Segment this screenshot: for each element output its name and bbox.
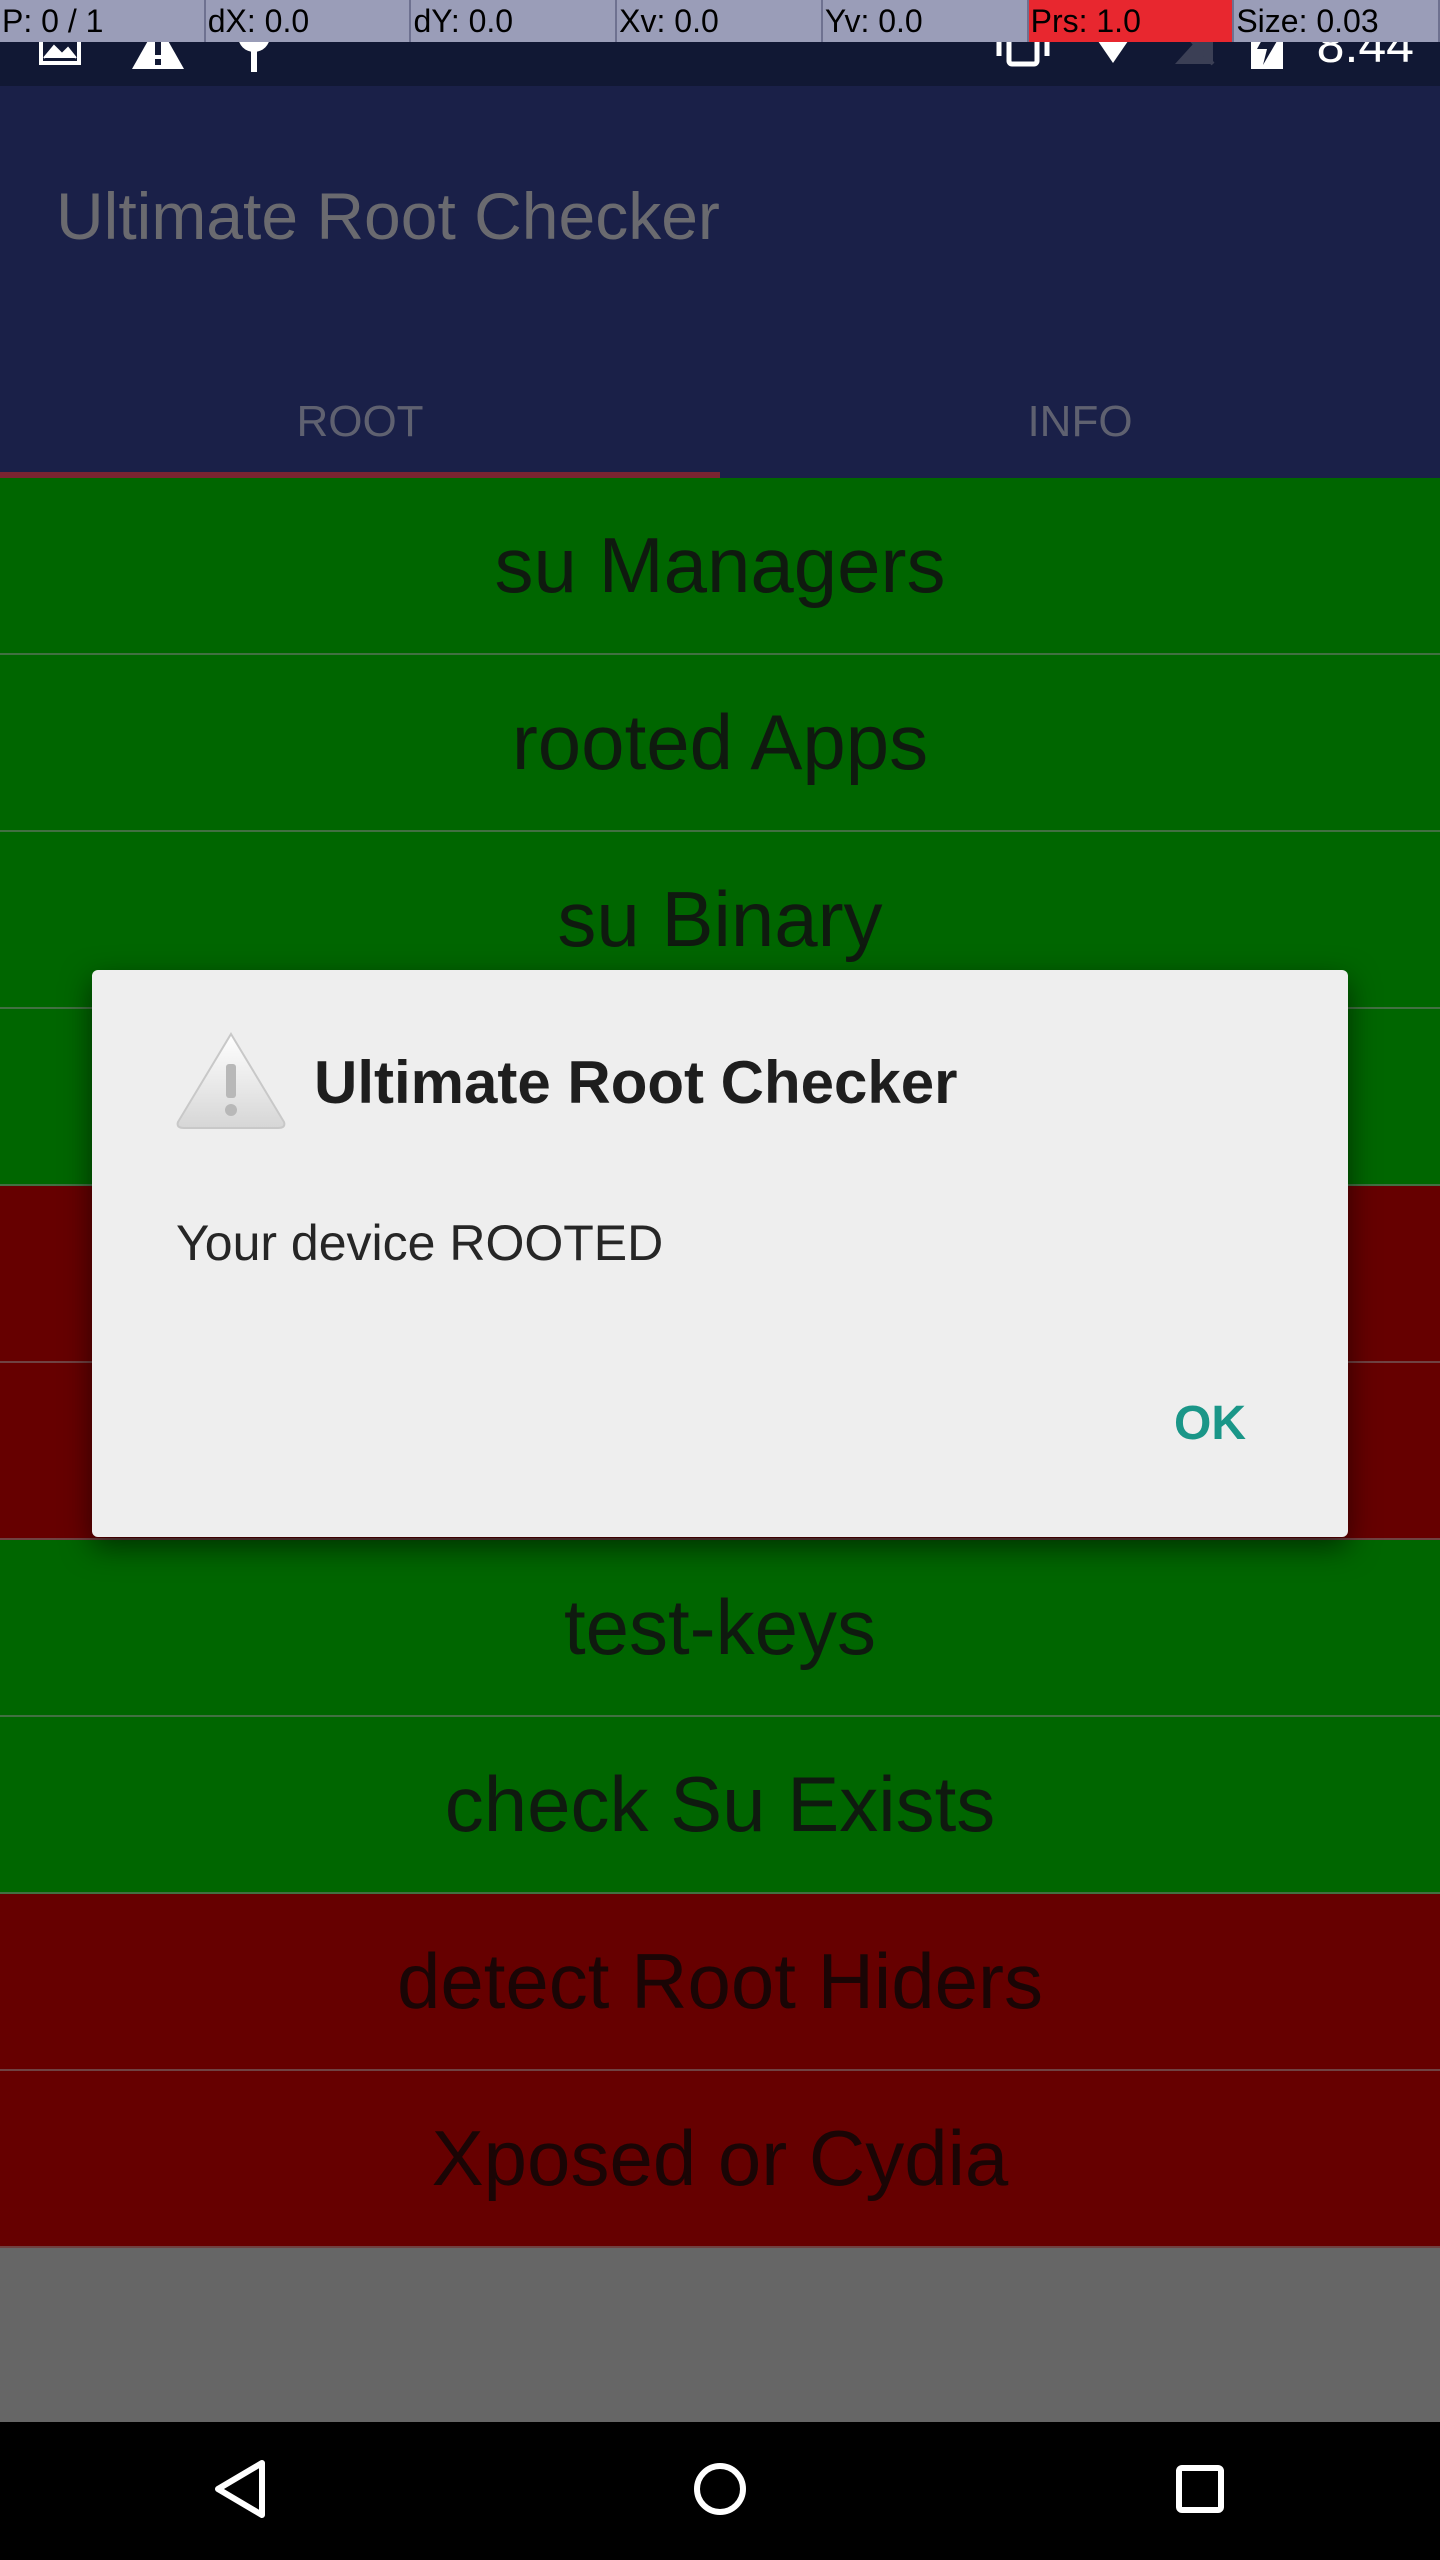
debug-dx: dX: 0.0 bbox=[206, 0, 412, 42]
debug-pointer-count: P: 0 / 1 bbox=[0, 0, 206, 42]
home-button[interactable] bbox=[660, 2431, 780, 2551]
app-title: Ultimate Root Checker bbox=[56, 179, 720, 253]
tab-info[interactable]: INFO bbox=[720, 376, 1440, 478]
ok-button[interactable]: OK bbox=[1162, 1388, 1258, 1459]
debug-yv: Yv: 0.0 bbox=[823, 0, 1029, 42]
debug-size: Size: 0.03 bbox=[1234, 0, 1440, 42]
warning-icon bbox=[174, 1030, 288, 1135]
debug-pressure: Prs: 1.0 bbox=[1028, 0, 1235, 42]
navigation-bar bbox=[0, 2422, 1440, 2560]
back-button[interactable] bbox=[180, 2431, 300, 2551]
tab-root-label: ROOT bbox=[296, 397, 424, 446]
check-row-xposed-or-cydia[interactable]: Xposed or Cydia bbox=[0, 2071, 1440, 2248]
tab-root[interactable]: ROOT bbox=[0, 376, 720, 478]
dialog-message: Your device ROOTED bbox=[176, 1215, 664, 1271]
debug-dy: dY: 0.0 bbox=[411, 0, 618, 42]
recents-icon bbox=[1174, 2463, 1226, 2520]
app-bar: Ultimate Root Checker ROOT INFO bbox=[0, 86, 1440, 478]
dialog-title: Ultimate Root Checker bbox=[314, 1049, 958, 1116]
back-icon bbox=[212, 2459, 268, 2524]
debug-xv: Xv: 0.0 bbox=[617, 0, 823, 42]
check-row-rooted-apps[interactable]: rooted Apps bbox=[0, 655, 1440, 832]
dialog-header: Ultimate Root Checker bbox=[174, 1030, 957, 1135]
tab-bar: ROOT INFO bbox=[0, 376, 1440, 478]
root-result-dialog: Ultimate Root Checker Your device ROOTED… bbox=[92, 970, 1348, 1537]
check-row-detect-root-hiders[interactable]: detect Root Hiders bbox=[0, 1894, 1440, 2071]
home-icon bbox=[692, 2461, 748, 2522]
pointer-debug-bar: P: 0 / 1 dX: 0.0 dY: 0.0 Xv: 0.0 Yv: 0.0… bbox=[0, 0, 1440, 42]
check-row-su-managers[interactable]: su Managers bbox=[0, 478, 1440, 655]
tab-info-label: INFO bbox=[1027, 397, 1133, 446]
recents-button[interactable] bbox=[1140, 2431, 1260, 2551]
check-row-test-keys[interactable]: test-keys bbox=[0, 1540, 1440, 1717]
check-row-check-su-exists[interactable]: check Su Exists bbox=[0, 1717, 1440, 1894]
